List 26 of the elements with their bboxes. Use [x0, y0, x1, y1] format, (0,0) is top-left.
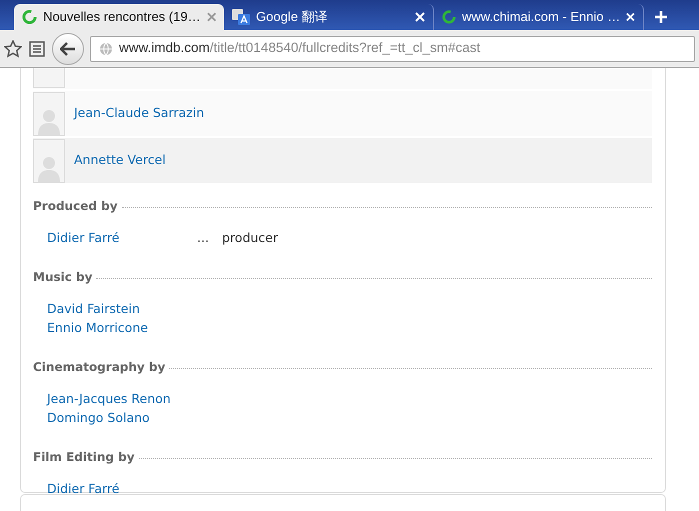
section-heading: Film Editing by	[33, 449, 135, 466]
person-link[interactable]: David Fairstein	[47, 301, 140, 316]
person-link[interactable]: Ennio Morricone	[47, 320, 148, 335]
new-tab-icon[interactable]	[655, 11, 667, 23]
role-text: producer	[222, 229, 278, 247]
person-link[interactable]: Domingo Solano	[47, 410, 150, 425]
address-bar[interactable]: www.imdb.com/title/tt0148540/fullcredits?ref_=tt_cl_sm#cast	[90, 36, 695, 62]
back-button[interactable]	[52, 32, 84, 64]
ellipsis-text: ...	[197, 229, 210, 247]
loading-spinner-icon	[442, 9, 456, 25]
person-link[interactable]: Didier Farré	[47, 230, 120, 245]
section-heading: Cinematography by	[33, 359, 166, 376]
section-heading: Music by	[33, 269, 92, 286]
globe-icon	[99, 42, 113, 56]
url-text: www.imdb.com/title/tt0148540/fullcredits?ref_=tt_cl_sm#cast	[119, 39, 480, 58]
person-link[interactable]: Jean-Claude Sarrazin	[74, 104, 204, 123]
translate-icon	[232, 9, 250, 25]
person-link[interactable]: Annette Vercel	[74, 151, 166, 170]
loading-spinner-icon	[22, 9, 38, 25]
list-icon[interactable]	[28, 40, 46, 58]
star-icon[interactable]	[4, 40, 22, 58]
person-link[interactable]: Didier Farré	[47, 481, 120, 496]
person-link[interactable]: Jean-Jacques Renon	[47, 391, 171, 406]
back-arrow-icon	[60, 42, 76, 56]
browser-tab[interactable]: Nouvelles rencontres (19…	[14, 4, 224, 30]
section-heading: Produced by	[33, 198, 118, 215]
